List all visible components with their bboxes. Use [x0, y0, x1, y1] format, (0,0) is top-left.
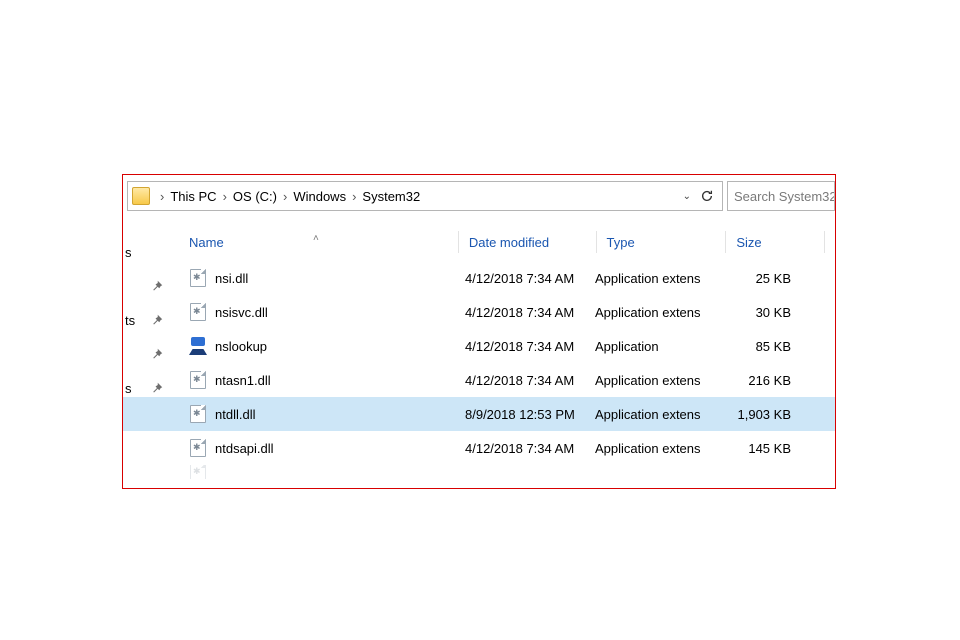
explorer-window: › This PC › OS (C:) › Windows › System32…	[122, 174, 836, 489]
breadcrumb-item[interactable]: System32	[360, 189, 422, 204]
dll-file-icon	[190, 439, 206, 457]
dll-file-icon	[190, 405, 206, 423]
file-row-partial	[123, 465, 835, 479]
file-name: nsi.dll	[215, 271, 248, 286]
file-row[interactable]: ntdll.dll 8/9/2018 12:53 PMApplication ex…	[123, 397, 835, 431]
file-type: Application	[595, 339, 717, 354]
search-input[interactable]: Search System32	[727, 181, 835, 211]
sort-ascending-icon: ˄	[313, 233, 319, 244]
file-date: 4/12/2018 7:34 AM	[465, 441, 595, 456]
pin-icon[interactable]	[151, 348, 163, 360]
file-row[interactable]: ntdsapi.dll 4/12/2018 7:34 AMApplication …	[123, 431, 835, 465]
pin-icon[interactable]	[151, 382, 163, 394]
dll-file-icon	[190, 303, 206, 321]
file-row[interactable]: nslookup 4/12/2018 7:34 AMApplication85 K…	[123, 329, 835, 363]
address-row: › This PC › OS (C:) › Windows › System32…	[123, 175, 835, 211]
breadcrumb-separator-icon: ›	[156, 189, 168, 204]
file-size: 216 KB	[717, 373, 799, 388]
search-placeholder: Search System32	[734, 189, 835, 204]
file-row[interactable]: nsisvc.dll 4/12/2018 7:34 AMApplication e…	[123, 295, 835, 329]
file-size: 85 KB	[717, 339, 799, 354]
file-name: ntasn1.dll	[215, 373, 271, 388]
nav-fragment-text: s	[125, 381, 137, 396]
file-type: Application extens	[595, 271, 717, 286]
breadcrumb-item[interactable]: This PC	[168, 189, 218, 204]
file-date: 4/12/2018 7:34 AM	[465, 373, 595, 388]
breadcrumb-item[interactable]: Windows	[291, 189, 348, 204]
file-name: nsisvc.dll	[215, 305, 268, 320]
dll-file-icon	[190, 269, 206, 287]
column-header-size[interactable]: Size	[736, 235, 824, 250]
file-date: 4/12/2018 7:34 AM	[465, 305, 595, 320]
file-type: Application extens	[595, 373, 717, 388]
address-dropdown-icon[interactable]: ⌄	[679, 191, 695, 202]
folder-icon	[132, 187, 150, 205]
pin-icon[interactable]	[151, 280, 163, 292]
column-divider	[596, 231, 597, 253]
file-row[interactable]: nsi.dll 4/12/2018 7:34 AMApplication exte…	[123, 261, 835, 295]
column-divider	[458, 231, 459, 253]
nav-fragment-text: ts	[125, 313, 137, 328]
file-date: 4/12/2018 7:34 AM	[465, 271, 595, 286]
file-type: Application extens	[595, 305, 717, 320]
file-size: 145 KB	[717, 441, 799, 456]
file-list: nsi.dll4/12/2018 7:34 AMApplication exte…	[123, 261, 835, 479]
file-name: ntdll.dll	[215, 407, 255, 422]
column-divider	[824, 231, 825, 253]
file-name: nslookup	[215, 339, 267, 354]
file-size: 25 KB	[717, 271, 799, 286]
address-bar[interactable]: › This PC › OS (C:) › Windows › System32…	[127, 181, 723, 211]
breadcrumb-separator-icon: ›	[219, 189, 231, 204]
file-name: ntdsapi.dll	[215, 441, 274, 456]
file-size: 30 KB	[717, 305, 799, 320]
file-type: Application extens	[595, 407, 717, 422]
breadcrumb-separator-icon: ›	[279, 189, 291, 204]
file-type: Application extens	[595, 441, 717, 456]
column-header-name[interactable]: Name ˄	[123, 235, 458, 250]
column-headers: Name ˄ Date modified Type Size	[123, 225, 835, 259]
column-header-date[interactable]: Date modified	[469, 235, 596, 250]
file-size: 1,903 KB	[717, 407, 799, 422]
pin-icon[interactable]	[151, 314, 163, 326]
dll-file-icon	[190, 371, 206, 389]
breadcrumb-separator-icon: ›	[348, 189, 360, 204]
nav-fragment: s ts s	[123, 235, 173, 405]
column-header-label: Name	[189, 235, 224, 250]
column-header-type[interactable]: Type	[607, 235, 726, 250]
file-date: 4/12/2018 7:34 AM	[465, 339, 595, 354]
terminal-app-icon	[189, 337, 207, 355]
breadcrumb-item[interactable]: OS (C:)	[231, 189, 279, 204]
column-divider	[725, 231, 726, 253]
refresh-icon[interactable]	[695, 186, 719, 206]
dll-file-icon	[190, 465, 206, 479]
file-row[interactable]: ntasn1.dll 4/12/2018 7:34 AMApplication e…	[123, 363, 835, 397]
file-date: 8/9/2018 12:53 PM	[465, 407, 595, 422]
